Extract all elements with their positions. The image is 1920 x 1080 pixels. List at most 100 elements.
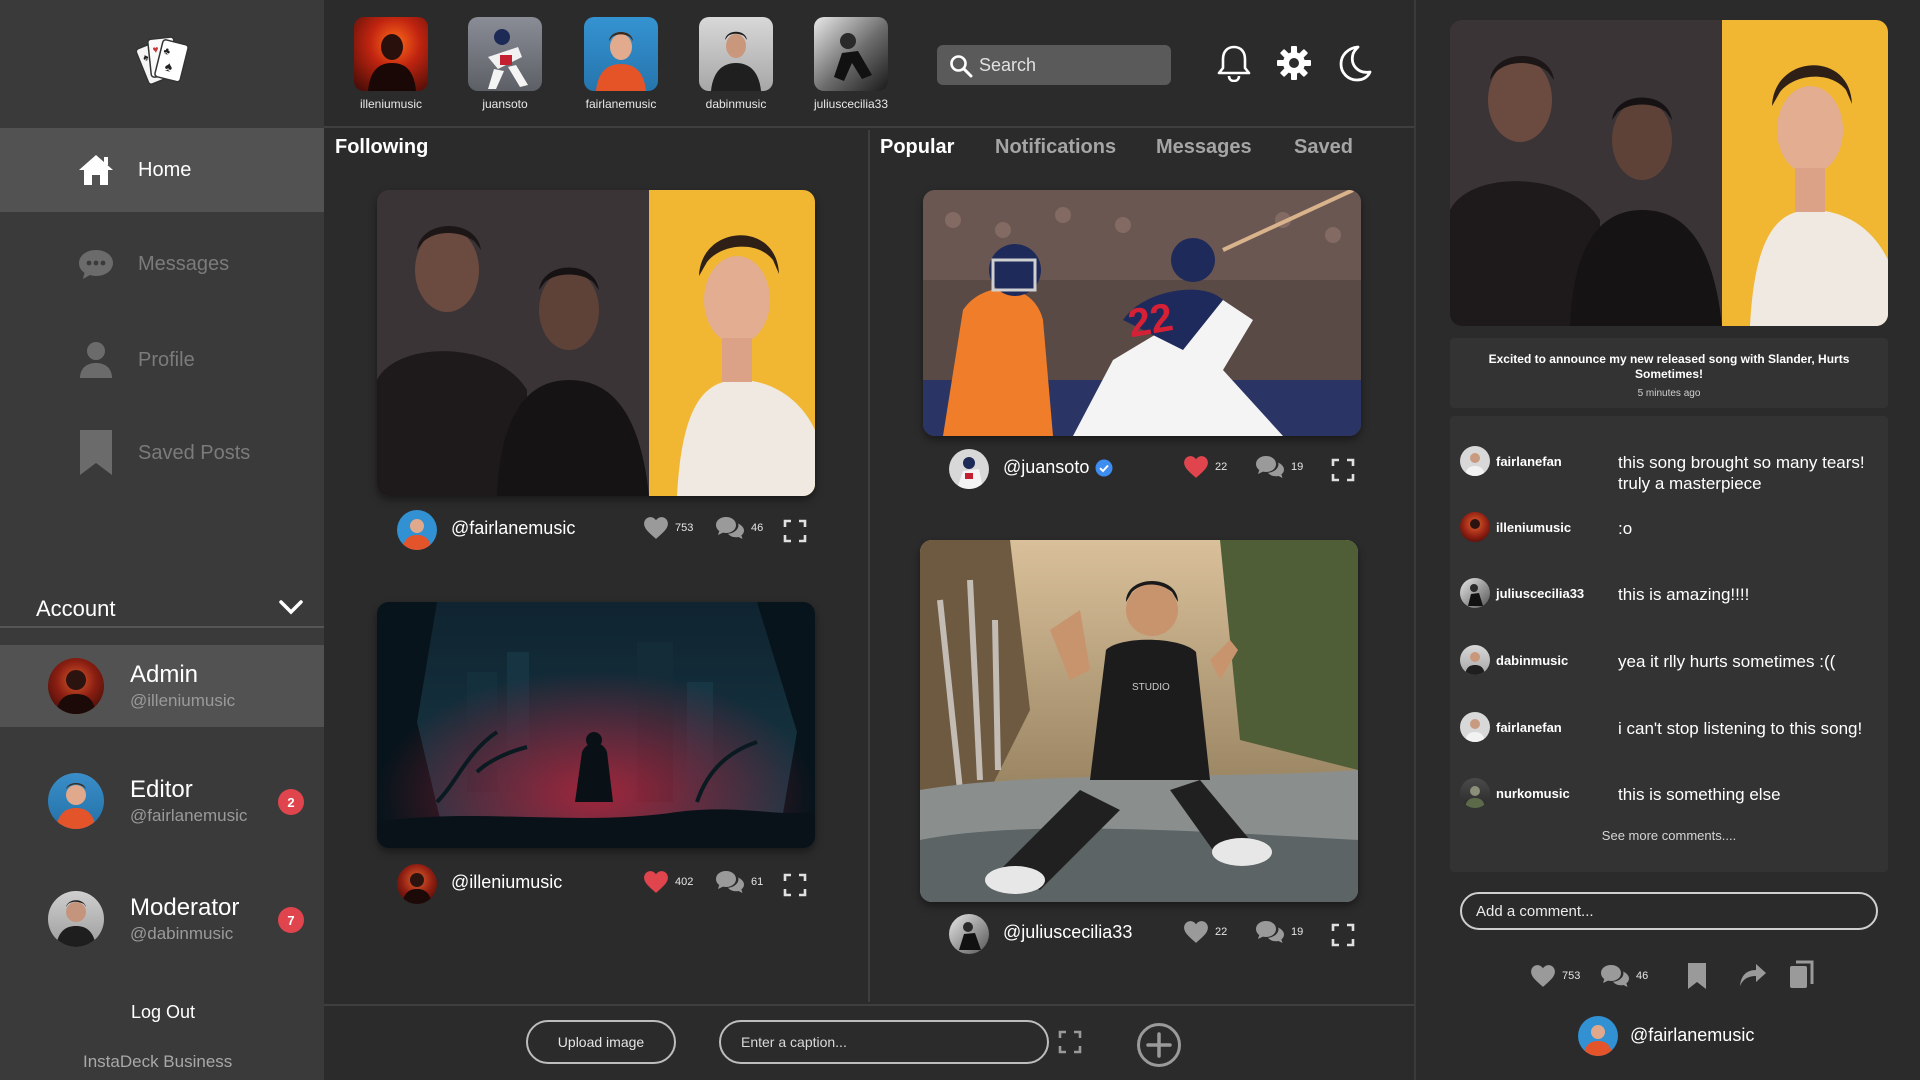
post-image[interactable]: STUDIO bbox=[920, 540, 1358, 902]
detail-post-image[interactable] bbox=[1450, 20, 1888, 326]
avatar[interactable] bbox=[1460, 578, 1490, 608]
like-stat[interactable]: 753 bbox=[643, 516, 693, 540]
comment-stat[interactable]: 61 bbox=[715, 870, 763, 894]
avatar[interactable] bbox=[397, 510, 437, 550]
comment-username[interactable]: illeniumusic bbox=[1496, 520, 1571, 535]
role-name: Editor bbox=[130, 776, 193, 803]
avatar[interactable] bbox=[397, 864, 437, 904]
nav-saved-posts-label: Saved Posts bbox=[138, 441, 251, 464]
heart-icon[interactable] bbox=[1530, 964, 1556, 988]
nav-profile[interactable]: Profile bbox=[0, 318, 324, 402]
upload-image-button[interactable]: Upload image bbox=[526, 1020, 676, 1064]
post-detail-panel: Excited to announce my new released song… bbox=[1414, 0, 1920, 1080]
app-root: ♠ ♥ ♣ ♠ Home Messages Profile Saved Post… bbox=[0, 0, 1920, 1080]
heart-icon[interactable] bbox=[643, 516, 669, 540]
heart-icon[interactable] bbox=[1183, 455, 1209, 479]
like-stat[interactable]: 22 bbox=[1183, 920, 1227, 944]
story-item[interactable]: juansoto bbox=[468, 17, 542, 111]
comment-stat[interactable]: 46 bbox=[715, 516, 763, 540]
heart-icon[interactable] bbox=[1183, 920, 1209, 944]
post-author-handle[interactable]: @illeniumusic bbox=[451, 872, 562, 893]
nav-saved-posts[interactable]: Saved Posts bbox=[0, 411, 324, 495]
comment-text: this song brought so many tears! truly a… bbox=[1618, 453, 1865, 493]
avatar[interactable] bbox=[1460, 778, 1490, 808]
expand-icon[interactable] bbox=[1331, 923, 1355, 947]
expand-icon[interactable] bbox=[783, 873, 807, 897]
comment-username[interactable]: fairlanefan bbox=[1496, 454, 1562, 469]
story-item[interactable]: fairlanemusic bbox=[584, 17, 658, 111]
expand-icon[interactable] bbox=[1058, 1030, 1082, 1054]
avatar[interactable] bbox=[949, 914, 989, 954]
role-handle: @dabinmusic bbox=[130, 924, 234, 943]
post-image[interactable] bbox=[377, 190, 815, 496]
post-image[interactable] bbox=[377, 602, 815, 848]
account-section-header[interactable]: Account bbox=[0, 588, 324, 628]
comment-icon[interactable] bbox=[1600, 964, 1630, 988]
avatar bbox=[48, 658, 104, 714]
like-count: 753 bbox=[1562, 970, 1581, 982]
tab-notifications[interactable]: Notifications bbox=[995, 136, 1116, 159]
comment-icon[interactable] bbox=[715, 516, 745, 540]
comment-icon[interactable] bbox=[1255, 920, 1285, 944]
bookmark-icon[interactable] bbox=[1686, 962, 1708, 990]
comment-username[interactable]: nurkomusic bbox=[1496, 786, 1570, 801]
story-item[interactable]: illeniumusic bbox=[354, 17, 428, 111]
comment-stat[interactable]: 19 bbox=[1255, 920, 1303, 944]
tab-messages[interactable]: Messages bbox=[1156, 136, 1252, 159]
logout-link[interactable]: Log Out bbox=[131, 1002, 195, 1023]
nav-messages[interactable]: Messages bbox=[0, 222, 324, 306]
comment-stat[interactable]: 46 bbox=[1600, 964, 1648, 988]
post-author-handle[interactable]: @juansoto bbox=[1003, 457, 1089, 478]
comment-username[interactable]: fairlanefan bbox=[1496, 720, 1562, 735]
comment-stat[interactable]: 19 bbox=[1255, 455, 1303, 479]
avatar[interactable] bbox=[1578, 1016, 1618, 1056]
search-box[interactable] bbox=[937, 45, 1171, 85]
add-comment-input[interactable] bbox=[1460, 892, 1878, 930]
business-link[interactable]: InstaDeck Business bbox=[83, 1052, 232, 1072]
nav-home[interactable]: Home bbox=[0, 128, 324, 212]
comment-icon[interactable] bbox=[1255, 455, 1285, 479]
chevron-down-icon[interactable] bbox=[278, 598, 304, 621]
heart-icon[interactable] bbox=[643, 870, 669, 894]
share-icon[interactable] bbox=[1738, 962, 1768, 988]
svg-text:22: 22 bbox=[1125, 295, 1176, 346]
like-stat[interactable]: 753 bbox=[1530, 964, 1580, 988]
avatar[interactable] bbox=[1460, 712, 1490, 742]
copy-icon[interactable] bbox=[1788, 960, 1816, 990]
bell-icon[interactable] bbox=[1214, 43, 1254, 83]
avatar bbox=[48, 773, 104, 829]
avatar[interactable] bbox=[1460, 512, 1490, 542]
comment-username[interactable]: juliuscecilia33 bbox=[1496, 586, 1584, 601]
avatar[interactable] bbox=[1460, 645, 1490, 675]
comment-count: 61 bbox=[751, 876, 764, 888]
post-author-handle[interactable]: @fairlanemusic bbox=[451, 518, 575, 539]
comment-icon[interactable] bbox=[715, 870, 745, 894]
story-item[interactable]: dabinmusic bbox=[699, 17, 773, 111]
role-moderator[interactable]: Moderator @dabinmusic 7 bbox=[0, 878, 324, 960]
comment-count: 19 bbox=[1291, 926, 1304, 938]
like-stat[interactable]: 22 bbox=[1183, 455, 1227, 479]
comment-username[interactable]: dabinmusic bbox=[1496, 653, 1568, 668]
avatar[interactable] bbox=[1460, 446, 1490, 476]
role-editor[interactable]: Editor @fairlanemusic 2 bbox=[0, 760, 324, 842]
see-more-comments-link[interactable]: See more comments.... bbox=[1450, 828, 1888, 843]
gear-icon[interactable] bbox=[1274, 43, 1314, 83]
expand-icon[interactable] bbox=[1331, 458, 1355, 482]
tab-saved[interactable]: Saved bbox=[1294, 136, 1353, 159]
post-image[interactable]: 22 bbox=[923, 190, 1361, 436]
role-admin[interactable]: Admin @illeniumusic bbox=[0, 645, 324, 727]
notification-count-badge: 7 bbox=[278, 907, 304, 933]
story-item[interactable]: juliuscecilia33 bbox=[814, 17, 888, 111]
detail-owner-handle[interactable]: @fairlanemusic bbox=[1630, 1025, 1754, 1046]
add-post-icon[interactable] bbox=[1136, 1022, 1182, 1068]
like-count: 22 bbox=[1215, 461, 1228, 473]
avatar[interactable] bbox=[949, 449, 989, 489]
like-stat[interactable]: 402 bbox=[643, 870, 693, 894]
search-input[interactable] bbox=[979, 45, 1164, 85]
post-author-handle[interactable]: @juliuscecilia33 bbox=[1003, 922, 1132, 943]
expand-icon[interactable] bbox=[783, 519, 807, 543]
caption-input[interactable] bbox=[719, 1020, 1049, 1064]
moon-icon[interactable] bbox=[1334, 43, 1374, 83]
tab-popular[interactable]: Popular bbox=[880, 136, 954, 159]
app-logo[interactable]: ♠ ♥ ♣ ♠ bbox=[134, 30, 194, 92]
